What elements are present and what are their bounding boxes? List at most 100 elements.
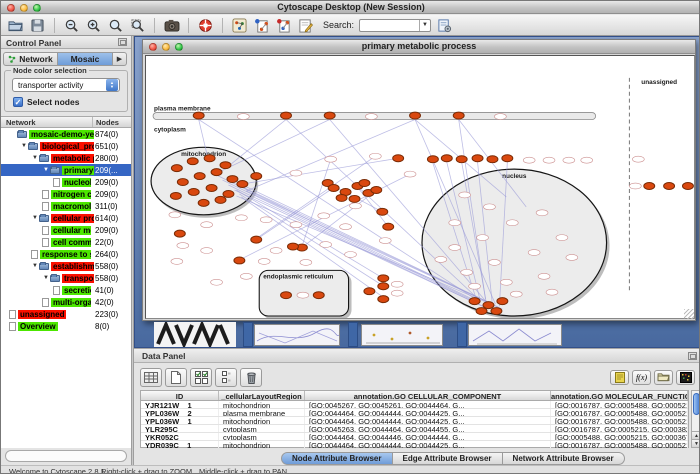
search-input[interactable] [360, 20, 419, 31]
network-node[interactable] [281, 112, 292, 119]
network-graph[interactable]: plasma membranecytoplasmmitochondrionnuc… [146, 56, 694, 318]
tree-row-establishment-of-lo[interactable]: ▼establishment of lo558(0) [1, 260, 131, 272]
tree-row-nitrogen-compo[interactable]: nitrogen compo209(0) [1, 188, 131, 200]
network-node[interactable] [472, 155, 483, 162]
scroll-up-icon[interactable]: ▲ [692, 431, 700, 439]
table-row-ypl036w__1[interactable]: YPL036W__1mitochondrion[GO:0044464, GO:0… [141, 417, 688, 425]
column-header--cellularlayoutregion[interactable]: _cellularLayoutRegion [219, 391, 305, 400]
tree-column-network[interactable]: Network [1, 117, 93, 127]
tree-row-primary-metabo[interactable]: ▼primary metabo209(... [1, 164, 131, 176]
network-node[interactable] [644, 183, 655, 190]
zoom-in-icon[interactable] [85, 17, 102, 34]
search-dropdown-icon[interactable]: ▼ [419, 20, 430, 31]
network-node[interactable] [313, 292, 324, 299]
table-row-yjr121w__1[interactable]: YJR121W__1mitochondrion[GO:0045267, GO:0… [141, 401, 688, 409]
network-node[interactable] [193, 112, 204, 119]
network-edge[interactable] [242, 158, 398, 184]
tree-expander-icon[interactable]: ▼ [20, 143, 28, 149]
node-color-dropdown[interactable]: transporter activity ▲▼ [12, 78, 120, 92]
network-node[interactable] [170, 192, 181, 199]
tab-network[interactable]: Network [3, 52, 58, 66]
select-nodes-checkbox[interactable]: ✓ [13, 97, 23, 107]
network-node[interactable] [328, 185, 339, 192]
tab-edge-attribute-browser[interactable]: Edge Attribute Browser [393, 452, 503, 465]
minimized-window-bar[interactable] [348, 322, 358, 347]
tree-column-nodes[interactable]: Nodes [93, 117, 131, 127]
tab-mosaic[interactable]: Mosaic [58, 52, 113, 66]
network-node[interactable] [378, 296, 389, 303]
network-node[interactable] [378, 275, 389, 282]
network-node[interactable] [497, 298, 508, 305]
zoom-out-icon[interactable] [63, 17, 80, 34]
tree-expander-icon[interactable]: ▼ [31, 263, 39, 269]
help-lifesaver-icon[interactable] [197, 17, 214, 34]
network-edge[interactable] [217, 120, 330, 174]
delete-attribute-trash-icon[interactable] [240, 368, 262, 387]
network-node[interactable] [171, 165, 182, 172]
tab-network-attribute-browser[interactable]: Network Attribute Browser [503, 452, 625, 465]
network-window-titlebar[interactable]: primary metabolic process [143, 40, 695, 54]
vizmapper-edit-icon[interactable] [275, 17, 292, 34]
tabs-overflow-arrow-icon[interactable]: ▶ [113, 52, 127, 66]
scroll-down-icon[interactable]: ▼ [692, 439, 700, 447]
tab-node-attribute-browser[interactable]: Node Attribute Browser [281, 452, 393, 465]
table-row-ypl036w__2[interactable]: YPL036W__2plasma membrane[GO:0044464, GO… [141, 409, 688, 417]
table-row-ylr295c[interactable]: YLR295Ccytoplasm[GO:0045263, GO:0044464,… [141, 425, 688, 433]
minimized-window-thumbnail[interactable] [361, 324, 443, 346]
tree-row-biological-process[interactable]: ▼biological_process651(0) [1, 140, 131, 152]
column-header-annotation-go-molecular-function[interactable]: annotation.GO MOLECULAR_FUNCTION [551, 391, 688, 400]
tree-row-cellular-metabol[interactable]: cellular metabol209(0) [1, 224, 131, 236]
resize-grip-icon[interactable] [684, 309, 694, 319]
network-node[interactable] [336, 194, 347, 201]
network-canvas[interactable]: plasma membranecytoplasmmitochondrionnuc… [145, 55, 695, 319]
tree-expander-icon[interactable]: ▼ [42, 167, 50, 173]
network-node[interactable] [234, 257, 245, 264]
dropdown-stepper-icon[interactable]: ▲▼ [106, 79, 118, 91]
tree-expander-icon[interactable]: ▼ [42, 275, 50, 281]
network-node[interactable] [456, 156, 467, 163]
network-node[interactable] [251, 173, 262, 180]
column-header-id[interactable]: ID [141, 391, 219, 400]
tree-row-nucleobase-[interactable]: nucleobase-209(0) [1, 176, 131, 188]
tree-row-overview[interactable]: Overview8(0) [1, 320, 131, 332]
attribute-list-icon[interactable] [215, 368, 237, 387]
import-attributes-folder-icon[interactable] [654, 370, 673, 385]
tree-row-mosaic-demo-yeast[interactable]: mosaic-demo-yeast874(0) [1, 128, 131, 140]
minimized-window-thumbnail[interactable] [154, 322, 236, 347]
float-panel-icon[interactable] [118, 38, 127, 46]
zoom-fit-icon[interactable] [107, 17, 124, 34]
network-node[interactable] [349, 195, 360, 202]
minimized-window-bar[interactable] [457, 322, 467, 347]
search-settings-icon[interactable] [436, 17, 453, 34]
network-node[interactable] [188, 188, 199, 195]
table-row-ydr039c__1[interactable]: YDR039C__1mitochondrion[GO:0044464, GO:0… [141, 441, 688, 449]
tree-expander-icon[interactable]: ▼ [31, 215, 39, 221]
network-node[interactable] [476, 308, 487, 315]
select-attributes-icon[interactable] [190, 368, 212, 387]
tree-row-secretion[interactable]: secretion41(0) [1, 284, 131, 296]
network-node[interactable] [187, 158, 198, 165]
network-node[interactable] [483, 302, 494, 309]
table-row-ykr052c[interactable]: YKR052Ccytoplasm[GO:0044464, GO:0044446,… [141, 433, 688, 441]
network-node[interactable] [204, 155, 215, 162]
network-node[interactable] [378, 283, 389, 290]
network-node[interactable] [487, 156, 498, 163]
tree-row-cell-communicat[interactable]: cell communicat22(0) [1, 236, 131, 248]
network-node[interactable] [359, 180, 370, 187]
vizmapper-icon[interactable] [253, 17, 270, 34]
network-node[interactable] [453, 112, 464, 119]
network-node[interactable] [174, 230, 185, 237]
network-node[interactable] [211, 169, 222, 176]
function-builder-icon[interactable]: f(x) [632, 370, 651, 385]
network-node[interactable] [377, 208, 388, 215]
network-node[interactable] [371, 187, 382, 194]
attribute-table-icon[interactable] [140, 368, 162, 387]
network-node[interactable] [441, 155, 452, 162]
tree-row-cellular-process[interactable]: ▼cellular process614(0) [1, 212, 131, 224]
notes-icon[interactable] [610, 370, 629, 385]
network-overview-icon[interactable] [231, 17, 248, 34]
network-node[interactable] [215, 196, 226, 203]
network-node[interactable] [664, 183, 675, 190]
zoom-selected-icon[interactable] [129, 17, 146, 34]
network-node[interactable] [227, 176, 238, 183]
